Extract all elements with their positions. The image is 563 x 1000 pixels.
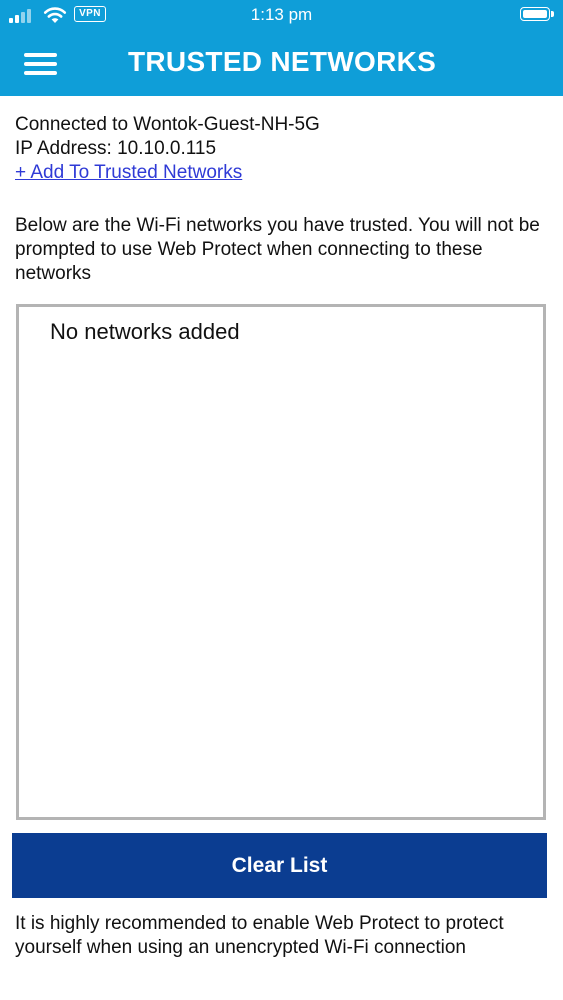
hamburger-menu-icon[interactable] bbox=[24, 50, 58, 78]
connected-network-text: Connected to Wontok-Guest-NH-5G bbox=[15, 114, 320, 135]
connection-info: Connected to Wontok-Guest-NH-5G IP Addre… bbox=[15, 113, 320, 185]
battery-icon bbox=[520, 7, 554, 21]
trusted-networks-list[interactable]: No networks added bbox=[16, 304, 546, 820]
recommendation-text: It is highly recommended to enable Web P… bbox=[15, 913, 504, 958]
status-time: 1:13 pm bbox=[250, 5, 313, 24]
app-header: VPN 1:13 pm TRUSTED NETWORKS bbox=[0, 0, 563, 96]
status-bar: VPN 1:13 pm bbox=[0, 0, 563, 32]
trusted-networks-description: Below are the Wi-Fi networks you have tr… bbox=[15, 215, 540, 284]
page-title: TRUSTED NETWORKS bbox=[128, 46, 437, 77]
add-to-trusted-networks-link[interactable]: + Add To Trusted Networks bbox=[15, 161, 320, 185]
ip-address-text: IP Address: 10.10.0.115 bbox=[15, 138, 217, 159]
clear-list-button[interactable]: Clear List bbox=[12, 833, 547, 898]
empty-list-message: No networks added bbox=[50, 319, 240, 344]
